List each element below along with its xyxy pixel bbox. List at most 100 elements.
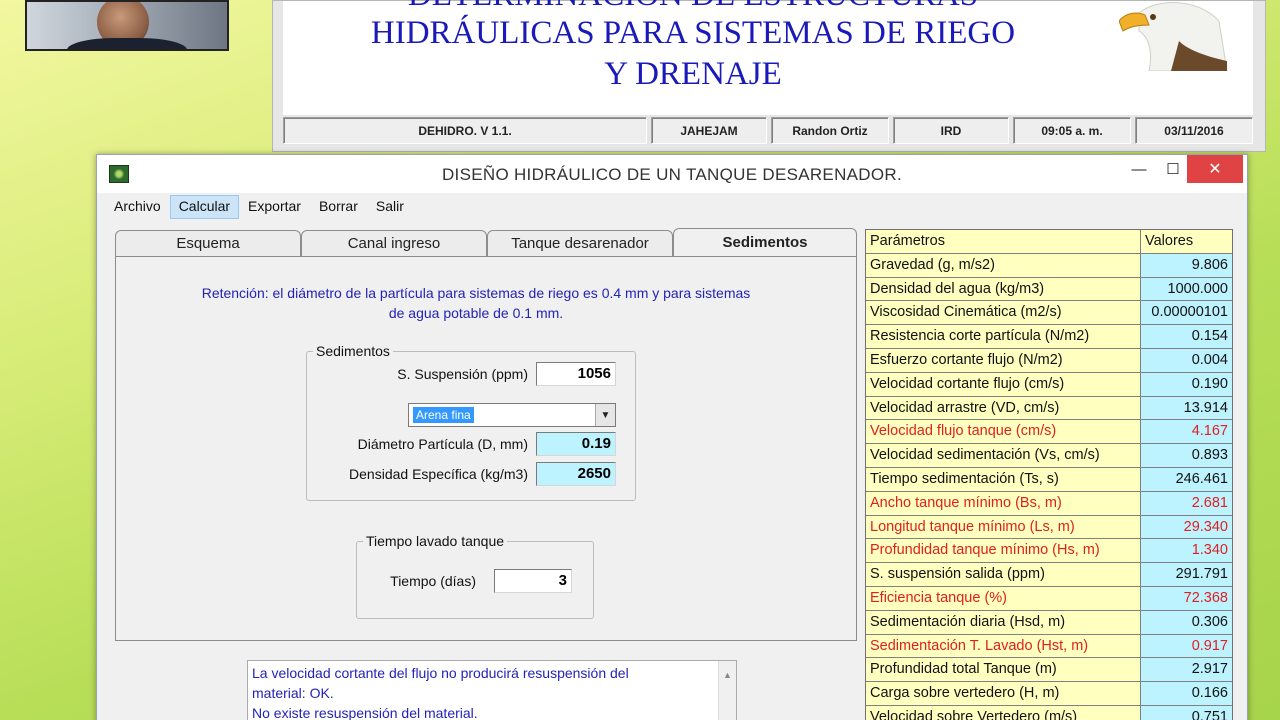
parameter-row[interactable]: Velocidad sobre Vertedero (m/s) 0.751	[866, 705, 1232, 720]
parameter-row[interactable]: Profundidad total Tanque (m) 2.917	[866, 658, 1232, 683]
parameter-name: Profundidad total Tanque (m)	[866, 658, 1141, 683]
parameter-value: 9.806	[1141, 253, 1232, 278]
densidad-label: Densidad Específica (kg/m3)	[349, 466, 528, 482]
tab-sedimentos[interactable]: Sedimentos	[673, 228, 857, 256]
parameter-name: Eficiencia tanque (%)	[866, 586, 1141, 611]
parameter-name: Velocidad sobre Vertedero (m/s)	[866, 705, 1141, 720]
parameter-row[interactable]: Sedimentación T. Lavado (Hst, m) 0.917	[866, 634, 1232, 659]
parameter-name: Densidad del agua (kg/m3)	[866, 277, 1141, 302]
parameter-name: Gravedad (g, m/s2)	[866, 253, 1141, 278]
parameter-row[interactable]: Ancho tanque mínimo (Bs, m) 2.681	[866, 491, 1232, 516]
chevron-down-icon[interactable]: ▼	[595, 404, 615, 426]
parameter-value: 1.340	[1141, 539, 1232, 564]
close-button[interactable]: ✕	[1187, 155, 1243, 183]
parameter-value: 0.751	[1141, 705, 1232, 720]
parameter-value: 291.791	[1141, 563, 1232, 587]
parameter-row[interactable]: Tiempo sedimentación (Ts, s) 246.461	[866, 467, 1232, 492]
parameter-row[interactable]: S. suspensión salida (ppm) 291.791	[866, 563, 1232, 587]
parameter-value: 13.914	[1141, 396, 1232, 421]
parameters-table: Parámetros Valores Gravedad (g, m/s2) 9.8…	[865, 229, 1233, 720]
tab-tanque-desarenador[interactable]: Tanque desarenador	[487, 230, 673, 256]
menu-calcular[interactable]: Calcular	[169, 195, 240, 219]
parameter-value: 0.190	[1141, 372, 1232, 397]
status-user-code: JAHEJAM	[651, 117, 767, 144]
tab-canal-ingreso[interactable]: Canal ingreso	[301, 230, 487, 256]
parameters-header-name: Parámetros	[866, 230, 1141, 254]
banner-window: DETERMINACIÓN DE ESTRUCTURAS HIDRÁULICAS…	[272, 0, 1266, 152]
menu-exportar[interactable]: Exportar	[239, 195, 310, 219]
sedimentos-legend: Sedimentos	[316, 343, 390, 359]
status-date: 03/11/2016	[1135, 117, 1253, 144]
eagle-logo-icon	[1119, 2, 1228, 71]
parameter-value: 29.340	[1141, 515, 1232, 540]
parameter-value: 0.004	[1141, 348, 1232, 373]
parameter-value: 0.154	[1141, 325, 1232, 349]
messages-box[interactable]: La velocidad cortante del flujo no produ…	[247, 660, 737, 720]
parameter-value: 0.166	[1141, 682, 1232, 706]
parameter-value: 2.917	[1141, 658, 1232, 683]
parameter-row[interactable]: Gravedad (g, m/s2) 9.806	[866, 253, 1232, 278]
parameter-name: Ancho tanque mínimo (Bs, m)	[866, 491, 1141, 516]
menu-bar: Archivo Calcular Exportar Borrar Salir	[105, 195, 413, 219]
parameter-row[interactable]: Velocidad cortante flujo (cm/s) 0.190	[866, 372, 1232, 397]
suspension-input[interactable]: 1056	[536, 362, 616, 386]
parameter-name: Velocidad sedimentación (Vs, cm/s)	[866, 444, 1141, 468]
messages-scrollbar[interactable]: ▲	[718, 661, 736, 720]
parameter-row[interactable]: Profundidad tanque mínimo (Hs, m) 1.340	[866, 539, 1232, 564]
parameter-value: 4.167	[1141, 420, 1232, 445]
tiempo-label: Tiempo (días)	[390, 573, 476, 589]
parameter-row[interactable]: Resistencia corte partícula (N/m2) 0.154	[866, 325, 1232, 349]
tab-strip: Esquema Canal ingreso Tanque desarenador…	[115, 228, 857, 256]
parameter-name: S. suspensión salida (ppm)	[866, 563, 1141, 587]
material-selected-value: Arena fina	[413, 407, 474, 423]
tiempo-row: Tiempo (días) 3	[366, 569, 572, 593]
parameter-value: 72.368	[1141, 586, 1232, 611]
parameter-row[interactable]: Velocidad arrastre (VD, cm/s) 13.914	[866, 396, 1232, 421]
parameter-row[interactable]: Velocidad flujo tanque (cm/s) 4.167	[866, 420, 1232, 445]
message-line2: material: OK.	[252, 685, 334, 701]
parameter-name: Tiempo sedimentación (Ts, s)	[866, 467, 1141, 492]
parameter-name: Velocidad arrastre (VD, cm/s)	[866, 396, 1141, 421]
parameter-row[interactable]: Longitud tanque mínimo (Ls, m) 29.340	[866, 515, 1232, 540]
webcam-person-shirt	[67, 38, 187, 49]
retention-line1: Retención: el diámetro de la partícula p…	[201, 285, 751, 301]
parameter-row[interactable]: Sedimentación diaria (Hsd, m) 0.306	[866, 610, 1232, 635]
status-time: 09:05 a. m.	[1013, 117, 1131, 144]
parameter-name: Sedimentación T. Lavado (Hst, m)	[866, 634, 1141, 659]
parameter-row[interactable]: Densidad del agua (kg/m3) 1000.000	[866, 277, 1232, 302]
parameter-row[interactable]: Eficiencia tanque (%) 72.368	[866, 586, 1232, 611]
parameter-name: Carga sobre vertedero (H, m)	[866, 682, 1141, 706]
tab-esquema[interactable]: Esquema	[115, 230, 301, 256]
menu-salir[interactable]: Salir	[367, 195, 413, 219]
status-institution: IRD	[893, 117, 1009, 144]
retention-line2: de agua potable de 0.1 mm.	[388, 305, 564, 321]
status-version: DEHIDRO. V 1.1.	[283, 117, 647, 144]
parameter-row[interactable]: Esfuerzo cortante flujo (N/m2) 0.004	[866, 348, 1232, 373]
parameter-name: Profundidad tanque mínimo (Hs, m)	[866, 539, 1141, 564]
parameter-value: 1000.000	[1141, 277, 1232, 302]
menu-borrar[interactable]: Borrar	[310, 195, 367, 219]
title-bar[interactable]: DISEÑO HIDRÁULICO DE UN TANQUE DESARENAD…	[97, 155, 1247, 193]
suspension-row: S. Suspensión (ppm) 1056	[316, 362, 616, 386]
menu-archivo[interactable]: Archivo	[105, 195, 170, 219]
parameter-value: 246.461	[1141, 467, 1232, 492]
status-bar: DEHIDRO. V 1.1. JAHEJAM Randon Ortiz IRD…	[283, 117, 1253, 144]
densidad-output: 2650	[536, 462, 616, 486]
message-line1: La velocidad cortante del flujo no produ…	[252, 665, 629, 681]
status-author: Randon Ortiz	[771, 117, 889, 144]
banner-title-line3: Y DRENAJE	[604, 56, 782, 92]
desarenador-dialog: DISEÑO HIDRÁULICO DE UN TANQUE DESARENAD…	[96, 154, 1248, 720]
material-select[interactable]: Arena fina ▼	[408, 403, 616, 427]
parameter-row[interactable]: Velocidad sedimentación (Vs, cm/s) 0.893	[866, 444, 1232, 468]
parameter-row[interactable]: Viscosidad Cinemática (m2/s) 0.00000101	[866, 301, 1232, 326]
parameter-value: 0.893	[1141, 444, 1232, 468]
parameter-value: 2.681	[1141, 491, 1232, 516]
parameter-name: Viscosidad Cinemática (m2/s)	[866, 301, 1141, 326]
banner-title-area: DETERMINACIÓN DE ESTRUCTURAS HIDRÁULICAS…	[283, 0, 1253, 115]
tiempo-input[interactable]: 3	[494, 569, 572, 593]
retention-note: Retención: el diámetro de la partícula p…	[136, 283, 816, 323]
parameter-row[interactable]: Carga sobre vertedero (H, m) 0.166	[866, 682, 1232, 706]
parameters-header: Parámetros Valores	[866, 230, 1232, 254]
parameter-name: Longitud tanque mínimo (Ls, m)	[866, 515, 1141, 540]
message-line3: No existe resuspensión del material.	[252, 705, 478, 720]
